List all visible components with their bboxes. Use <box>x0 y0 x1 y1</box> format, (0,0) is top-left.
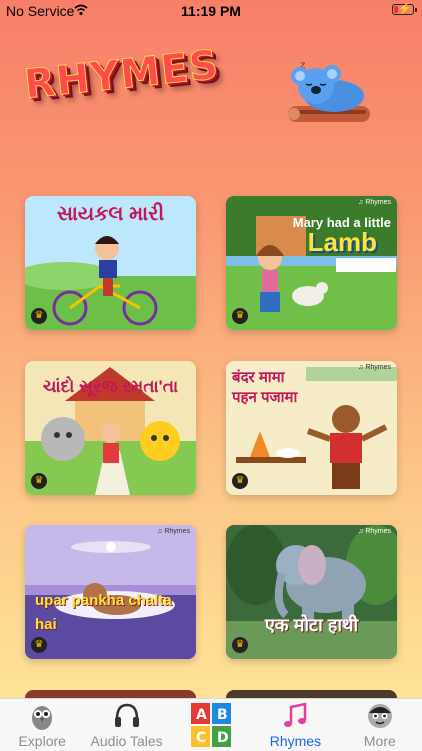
crown-icon: ♛ <box>31 473 47 489</box>
card-title: upar pankha chalta hai <box>35 592 172 633</box>
rhymes-tag: ♫ Rhymes <box>358 528 391 535</box>
card-artwork <box>226 525 397 659</box>
face-icon <box>367 704 392 728</box>
tab-more[interactable]: More <box>338 699 422 751</box>
music-note-icon <box>284 702 307 727</box>
rhymes-tag: ♫ Rhymes <box>358 364 391 371</box>
svg-text:C: C <box>196 730 206 746</box>
tab-abcd[interactable]: A B C D <box>169 699 253 751</box>
abcd-blocks-icon: A B C D <box>191 703 232 747</box>
rhymes-tag: ♫ Rhymes <box>157 528 190 535</box>
bottom-tab-bar: Explore Audio Tales A B C D Rhymes More <box>0 698 422 751</box>
rhyme-card-peek-left[interactable] <box>25 690 196 698</box>
card-title: एक मोटा हाथी <box>264 615 359 635</box>
crown-icon: ♛ <box>31 637 47 653</box>
tab-explore[interactable]: Explore <box>0 699 84 751</box>
page-title: RHYMES <box>22 41 222 109</box>
svg-text:B: B <box>217 707 228 723</box>
rhyme-card-bandar-mama[interactable]: बंदर मामा पहन पजामा ♫ Rhymes ♛ <box>226 361 397 495</box>
tab-label: More <box>363 733 396 749</box>
rhyme-card-chando-suraj[interactable]: ચાંદો સૂરજ રમતા'તા ♛ <box>25 361 196 495</box>
card-title: સાયકલ મારી <box>56 203 165 225</box>
headphones-icon <box>114 703 139 727</box>
tab-label: Rhymes <box>269 733 322 749</box>
status-bar: No Service 11:19 PM ⚡ <box>0 0 422 22</box>
tab-label: Audio Tales <box>90 733 163 749</box>
crown-icon: ♛ <box>232 308 248 324</box>
clock-time: 11:19 PM <box>181 3 241 19</box>
rhyme-card-peek-right[interactable] <box>226 690 397 698</box>
card-title-line2: पहन पजामा <box>232 389 298 406</box>
rhyme-card-mary-lamb[interactable]: Mary had a little Lamb ♫ Rhymes ♛ <box>226 196 397 330</box>
tab-rhymes[interactable]: Rhymes <box>253 699 337 751</box>
svg-text:D: D <box>217 730 229 746</box>
card-title-line2: Lamb <box>307 227 377 257</box>
card-title: ચાંદો સૂરજ રમતા'તા <box>42 377 179 396</box>
rhyme-card-cycle[interactable]: સાયકલ મારી ♛ <box>25 196 196 330</box>
battery-icon: ⚡ <box>392 3 417 15</box>
owl-icon <box>32 706 53 730</box>
svg-text:A: A <box>196 707 207 723</box>
crown-icon: ♛ <box>31 308 47 324</box>
tab-label: Explore <box>18 733 66 749</box>
rhyme-card-ek-mota-hathi[interactable]: एक मोटा हाथी ♫ Rhymes ♛ <box>226 525 397 659</box>
tab-audio-tales[interactable]: Audio Tales <box>84 699 168 751</box>
sleeping-koala-icon: z <box>288 60 370 122</box>
rhyme-card-upar-pankha[interactable]: upar pankha chalta hai ♫ Rhymes ♛ <box>25 525 196 659</box>
card-title: बंदर मामा <box>232 369 285 386</box>
crown-icon: ♛ <box>232 473 248 489</box>
crown-icon: ♛ <box>232 637 248 653</box>
rhymes-tag: ♫ Rhymes <box>358 199 391 206</box>
